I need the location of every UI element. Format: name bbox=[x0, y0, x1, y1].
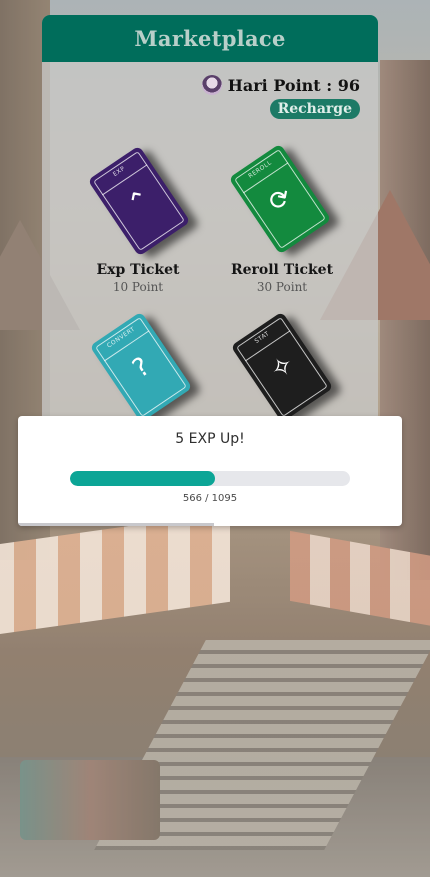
avatar-icon bbox=[201, 75, 222, 95]
exp-ticket-info[interactable]: Exp Ticket 10 Point bbox=[78, 262, 198, 294]
cards-question-icon: ? bbox=[127, 351, 156, 385]
reroll-ticket-card[interactable]: REROLL ⟳ bbox=[228, 143, 332, 255]
reroll-ticket-info[interactable]: Reroll Ticket 30 Point bbox=[222, 262, 342, 294]
ticket-price: 30 Point bbox=[256, 280, 308, 294]
exp-popup-title: 5 EXP Up! bbox=[175, 431, 245, 447]
ticket-price: 10 Point bbox=[112, 280, 164, 294]
points-display: Hari Point : 96 bbox=[201, 75, 360, 95]
elements-icon: ✧ bbox=[265, 349, 300, 387]
stat-ticket-card[interactable]: STAT ✧ bbox=[230, 311, 334, 417]
points-label: Hari Point : 96 bbox=[227, 75, 360, 95]
marketplace-title: Marketplace bbox=[42, 15, 378, 62]
exp-ticket-card[interactable]: EXP ⌃ bbox=[87, 145, 191, 257]
recharge-button[interactable]: Recharge bbox=[269, 99, 360, 119]
double-chevron-up-icon: ⌃ bbox=[122, 183, 157, 221]
exp-count-label: 566 / 1095 bbox=[182, 493, 238, 504]
convert-ticket-card[interactable]: CONVERT ? bbox=[89, 311, 193, 417]
ticket-name: Exp Ticket bbox=[96, 262, 180, 278]
refresh-arrows-icon: ⟳ bbox=[263, 181, 298, 219]
marketplace-panel: Marketplace Hari Point : 96 Recharge EXP… bbox=[42, 15, 378, 417]
exp-progress-fill bbox=[70, 471, 215, 486]
exp-up-popup[interactable]: 5 EXP Up! 566 / 1095 bbox=[18, 416, 402, 526]
exp-progress-bar bbox=[70, 471, 350, 486]
ticket-name: Reroll Ticket bbox=[230, 262, 334, 278]
popup-dismiss-timer bbox=[18, 523, 214, 526]
